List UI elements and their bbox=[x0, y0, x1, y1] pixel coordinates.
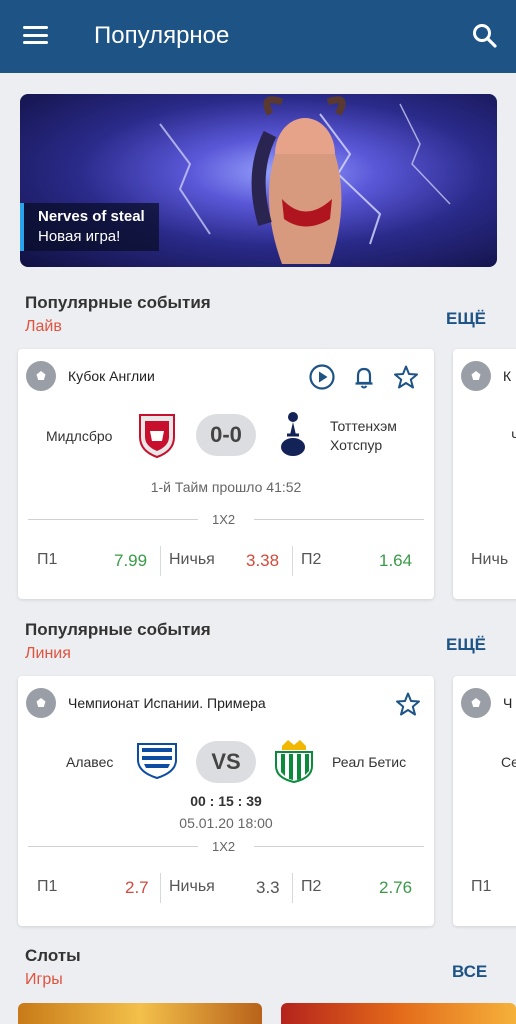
football-icon bbox=[26, 688, 56, 718]
league-row: Кубок Англии bbox=[26, 361, 155, 391]
odds-separator bbox=[292, 873, 293, 903]
live-section-title: Популярные события bbox=[25, 293, 211, 312]
match-status: 1-й Тайм прошло 41:52 bbox=[150, 479, 302, 495]
line-section-title: Популярные события bbox=[25, 620, 211, 639]
odd-draw-label: Ничья bbox=[169, 551, 215, 568]
home-team: Алавес bbox=[66, 754, 114, 770]
odd-p1-value[interactable]: 2.7 bbox=[125, 878, 149, 898]
page-title: Популярное bbox=[94, 22, 230, 49]
football-icon bbox=[461, 688, 491, 718]
live-event-card[interactable]: Кубок Англии Мидлсбро 0-0 Тоттенхэм Хотс… bbox=[18, 349, 434, 599]
odd-p2-label: П2 bbox=[301, 551, 322, 568]
odd-draw-value[interactable]: 3.38 bbox=[246, 551, 279, 571]
slot-game-thumbnail[interactable] bbox=[18, 1003, 262, 1024]
away-team-line2: Хотспур bbox=[330, 437, 383, 453]
slots-section-title: Слоты bbox=[25, 946, 81, 965]
odd-p2-value[interactable]: 2.76 bbox=[379, 878, 412, 898]
odd-p2-value[interactable]: 1.64 bbox=[379, 551, 412, 571]
football-icon bbox=[461, 361, 491, 391]
banner-caption: Nerves of steal Новая игра! bbox=[20, 203, 159, 251]
line-event-card[interactable]: Чемпионат Испании. Примера Алавес VS Реа… bbox=[18, 676, 434, 926]
away-team-crest-icon bbox=[281, 412, 305, 456]
odds-separator bbox=[292, 546, 293, 576]
league-row: Ч bbox=[461, 688, 512, 718]
bell-icon[interactable] bbox=[350, 363, 378, 391]
market-label: 1X2 bbox=[212, 839, 236, 854]
live-score: 0-0 bbox=[196, 414, 256, 456]
event-datetime: 05.01.20 18:00 bbox=[179, 815, 273, 831]
odd-p1-label: П1 bbox=[37, 878, 58, 895]
home-team-crest-icon bbox=[139, 414, 175, 459]
odd-p2-label: П2 bbox=[301, 878, 322, 895]
team-name: Ч bbox=[511, 428, 516, 444]
banner-subtitle: Новая игра! bbox=[38, 228, 121, 245]
league-name: К bbox=[503, 368, 512, 384]
odds-separator bbox=[160, 546, 161, 576]
odd-draw-label: Ничь bbox=[471, 551, 509, 568]
live-more-link[interactable]: ЕЩЁ bbox=[446, 309, 486, 329]
star-icon[interactable] bbox=[392, 363, 420, 391]
odd-p1-value[interactable]: 7.99 bbox=[114, 551, 147, 571]
odd-draw-label: Ничья bbox=[169, 878, 215, 895]
slot-game-thumbnail[interactable] bbox=[281, 1003, 516, 1024]
line-event-card-next[interactable]: Ч Се П1 bbox=[453, 676, 516, 926]
divider bbox=[28, 846, 198, 847]
line-section-subtitle: Линия bbox=[25, 645, 71, 662]
market-label: 1X2 bbox=[212, 512, 236, 527]
league-name: Чемпионат Испании. Примера bbox=[68, 695, 266, 711]
card-actions bbox=[308, 363, 420, 391]
team-name: Се bbox=[501, 754, 516, 770]
star-icon[interactable] bbox=[394, 690, 422, 718]
home-team-crest-icon bbox=[137, 743, 177, 780]
away-team-line1: Тоттенхэм bbox=[330, 418, 397, 434]
away-team: Реал Бетис bbox=[332, 754, 407, 770]
menu-icon[interactable] bbox=[23, 26, 48, 44]
app-header: Популярное bbox=[0, 0, 516, 73]
odd-p1-label: П1 bbox=[471, 878, 492, 895]
live-section-subtitle: Лайв bbox=[25, 318, 62, 335]
live-event-card-next[interactable]: К Ч Ничь bbox=[453, 349, 516, 599]
card-actions bbox=[394, 690, 422, 718]
league-name: Ч bbox=[503, 695, 513, 711]
play-icon[interactable] bbox=[308, 363, 336, 391]
league-name: Кубок Англии bbox=[68, 368, 155, 384]
line-more-link[interactable]: ЕЩЁ bbox=[446, 635, 486, 655]
banner-title: Nerves of steal bbox=[38, 208, 145, 225]
divider bbox=[254, 519, 424, 520]
odd-draw-value[interactable]: 3.3 bbox=[256, 878, 280, 898]
vs-badge: VS bbox=[196, 741, 256, 783]
football-icon bbox=[26, 361, 56, 391]
away-team-crest-icon bbox=[275, 740, 313, 784]
odds-separator bbox=[160, 873, 161, 903]
countdown: 00 : 15 : 39 bbox=[190, 793, 262, 809]
slots-all-link[interactable]: ВСЕ bbox=[452, 962, 487, 982]
search-icon[interactable] bbox=[472, 23, 498, 49]
league-row: К bbox=[461, 361, 511, 391]
odd-p1-label: П1 bbox=[37, 551, 58, 568]
home-team: Мидлсбро bbox=[46, 428, 113, 444]
league-row: Чемпионат Испании. Примера bbox=[26, 688, 266, 718]
divider bbox=[28, 519, 198, 520]
promo-banner[interactable]: Nerves of steal Новая игра! bbox=[20, 94, 497, 267]
slots-section-subtitle: Игры bbox=[25, 971, 63, 988]
divider bbox=[254, 846, 424, 847]
